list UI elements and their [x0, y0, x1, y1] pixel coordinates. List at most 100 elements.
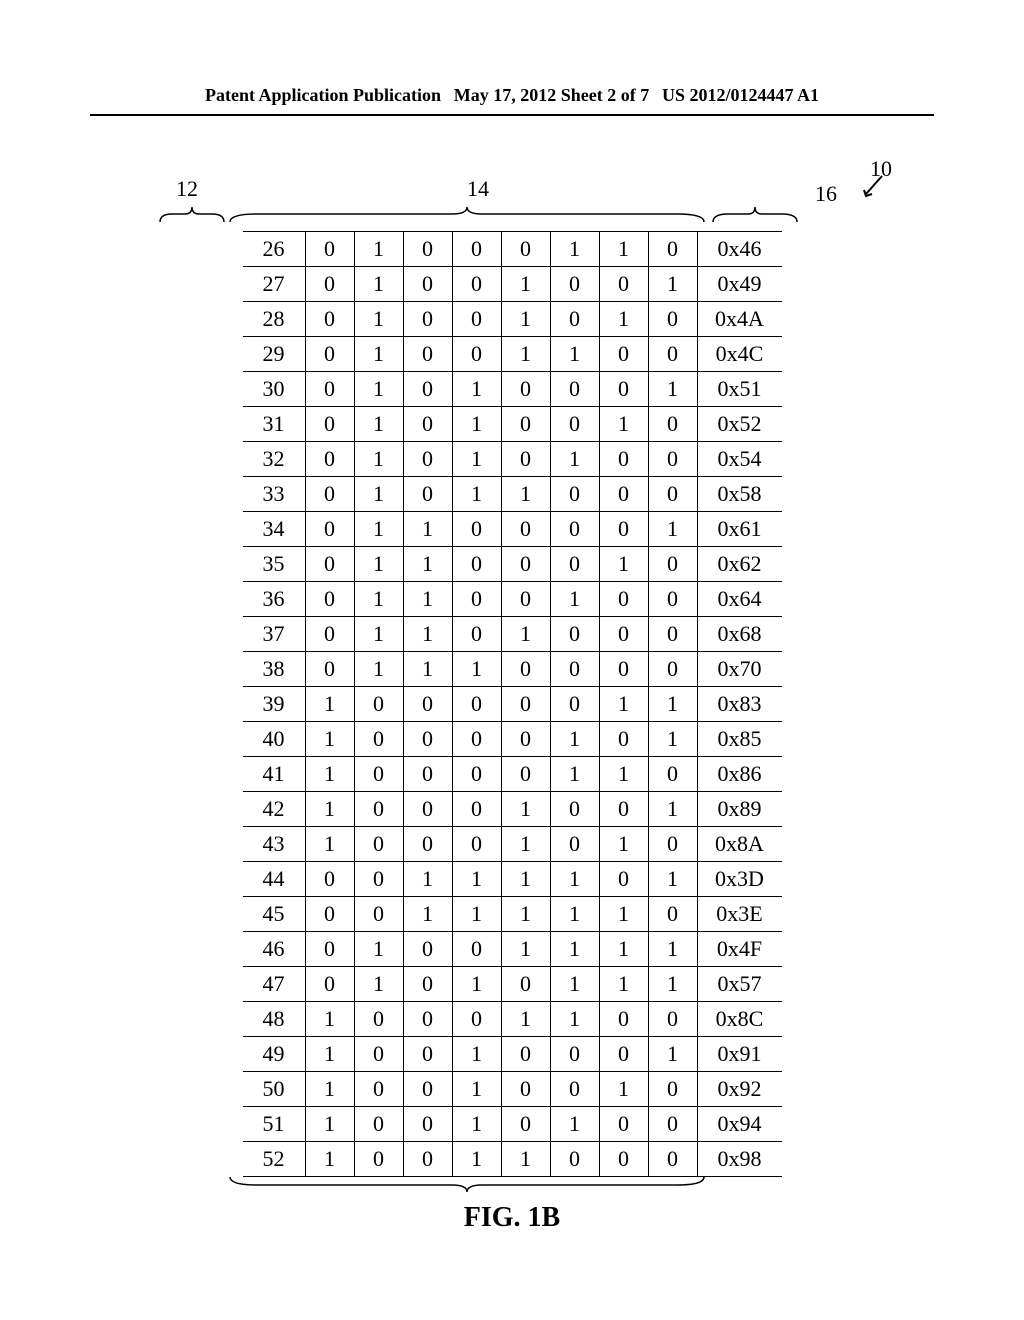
bit-cell: 1 [403, 547, 452, 582]
bit-cell: 0 [305, 617, 354, 652]
hex-cell: 0x49 [697, 267, 782, 302]
table-row: 37011010000x68 [243, 617, 782, 652]
bit-cell: 1 [501, 1142, 550, 1177]
bit-cell: 1 [550, 722, 599, 757]
bit-cell: 1 [599, 302, 648, 337]
figure-area: 10 12 14 16 26010001100x4627010010010x49… [162, 176, 862, 1177]
bit-cell: 0 [648, 757, 697, 792]
hex-cell: 0x70 [697, 652, 782, 687]
bit-cell: 0 [354, 862, 403, 897]
bit-cell: 0 [452, 757, 501, 792]
bit-cell: 0 [501, 1107, 550, 1142]
hex-cell: 0x3D [697, 862, 782, 897]
bit-cell: 0 [452, 792, 501, 827]
patent-page: Patent Application Publication May 17, 2… [0, 0, 1024, 1320]
bit-cell: 1 [501, 932, 550, 967]
bit-cell: 1 [648, 687, 697, 722]
hex-cell: 0x51 [697, 372, 782, 407]
bit-cell: 1 [452, 1037, 501, 1072]
hex-cell: 0x91 [697, 1037, 782, 1072]
bit-cell: 1 [550, 337, 599, 372]
bit-cell: 1 [501, 792, 550, 827]
bit-cell: 0 [648, 232, 697, 267]
bit-cell: 1 [403, 582, 452, 617]
table-row: 36011001000x64 [243, 582, 782, 617]
ref-label-16: 16 [815, 181, 837, 207]
bit-cell: 1 [403, 862, 452, 897]
hex-cell: 0x83 [697, 687, 782, 722]
bit-cell: 1 [599, 827, 648, 862]
index-cell: 33 [243, 477, 306, 512]
bit-cell: 1 [305, 722, 354, 757]
hex-cell: 0x4C [697, 337, 782, 372]
bit-cell: 1 [599, 407, 648, 442]
bit-cell: 0 [599, 792, 648, 827]
bit-cell: 0 [403, 687, 452, 722]
bit-cell: 0 [501, 512, 550, 547]
bit-cell: 0 [501, 687, 550, 722]
index-cell: 41 [243, 757, 306, 792]
bit-cell: 0 [599, 372, 648, 407]
bit-cell: 1 [354, 302, 403, 337]
bit-cell: 1 [305, 1072, 354, 1107]
bit-cell: 1 [452, 477, 501, 512]
bit-cell: 1 [501, 267, 550, 302]
bit-cell: 0 [550, 792, 599, 827]
bit-cell: 0 [452, 722, 501, 757]
bit-cell: 1 [599, 897, 648, 932]
bit-cell: 1 [403, 512, 452, 547]
bit-cell: 1 [305, 1142, 354, 1177]
index-cell: 30 [243, 372, 306, 407]
bit-cell: 0 [550, 267, 599, 302]
table-row: 38011100000x70 [243, 652, 782, 687]
bit-cell: 1 [599, 757, 648, 792]
hex-cell: 0x4F [697, 932, 782, 967]
bit-cell: 1 [648, 722, 697, 757]
bit-cell: 1 [599, 232, 648, 267]
index-cell: 47 [243, 967, 306, 1002]
hex-cell: 0x89 [697, 792, 782, 827]
bit-cell: 0 [648, 1107, 697, 1142]
bit-cell: 1 [550, 232, 599, 267]
bit-cell: 1 [305, 687, 354, 722]
bit-cell: 1 [501, 1002, 550, 1037]
bit-cell: 0 [648, 1142, 697, 1177]
table-row: 51100101000x94 [243, 1107, 782, 1142]
bit-cell: 1 [403, 617, 452, 652]
table-row: 31010100100x52 [243, 407, 782, 442]
bit-cell: 0 [452, 582, 501, 617]
bit-cell: 1 [550, 897, 599, 932]
bit-cell: 0 [648, 547, 697, 582]
bit-cell: 0 [403, 1072, 452, 1107]
bit-cell: 0 [354, 1037, 403, 1072]
bit-cell: 0 [501, 1072, 550, 1107]
bit-cell: 0 [403, 722, 452, 757]
bit-cell: 1 [599, 1072, 648, 1107]
bit-cell: 0 [403, 1002, 452, 1037]
bit-cell: 0 [354, 792, 403, 827]
bottom-brace-14-icon [227, 1175, 707, 1195]
bit-cell: 1 [354, 372, 403, 407]
table-row: 39100000110x83 [243, 687, 782, 722]
bit-cell: 0 [501, 547, 550, 582]
bit-cell: 0 [354, 1107, 403, 1142]
hex-cell: 0x58 [697, 477, 782, 512]
bit-cell: 1 [354, 477, 403, 512]
callout-labels: 10 12 14 16 [162, 176, 862, 231]
bit-cell: 1 [452, 372, 501, 407]
bit-cell: 0 [403, 337, 452, 372]
bit-cell: 1 [501, 477, 550, 512]
bit-cell: 0 [403, 967, 452, 1002]
bit-cell: 0 [550, 407, 599, 442]
bit-cell: 0 [403, 827, 452, 862]
hex-cell: 0x4A [697, 302, 782, 337]
table-row: 40100001010x85 [243, 722, 782, 757]
bit-cell: 0 [305, 372, 354, 407]
hex-cell: 0x86 [697, 757, 782, 792]
table-row: 34011000010x61 [243, 512, 782, 547]
hex-cell: 0x46 [697, 232, 782, 267]
bit-cell: 1 [501, 337, 550, 372]
bit-cell: 1 [501, 827, 550, 862]
page-header: Patent Application Publication May 17, 2… [90, 0, 934, 116]
bit-cell: 1 [599, 967, 648, 1002]
